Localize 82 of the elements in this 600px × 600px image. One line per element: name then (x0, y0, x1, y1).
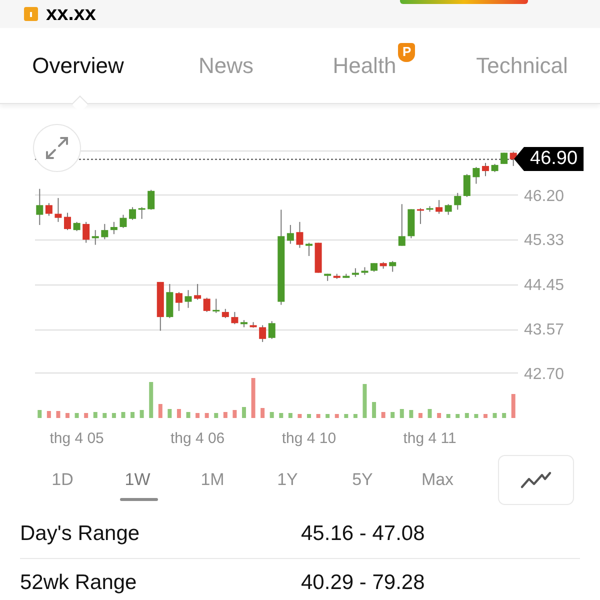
candle (436, 200, 443, 214)
candle (129, 206, 136, 220)
candle (324, 273, 332, 282)
axis-label: thg 4 05 (50, 430, 104, 447)
candle (138, 206, 146, 220)
candle (120, 214, 127, 229)
candle (398, 204, 406, 246)
candle (444, 204, 452, 216)
candle (222, 308, 229, 319)
candle (314, 242, 322, 274)
axis-label: thg 4 06 (170, 430, 225, 447)
candle (110, 221, 118, 235)
candle (342, 273, 350, 278)
axis-label: 43.57 (524, 322, 564, 339)
candle (101, 223, 108, 240)
candle (454, 192, 462, 210)
range-tab[interactable]: 1M (175, 457, 250, 503)
candle (286, 224, 294, 244)
axis-label: 45.33 (524, 232, 564, 250)
candle (416, 208, 424, 224)
range-tab[interactable]: 1Y (250, 457, 325, 503)
candle (352, 268, 359, 278)
price-text: xx.xx (46, 4, 96, 24)
range-tab[interactable]: 5Y (325, 457, 400, 503)
candle (482, 162, 489, 177)
line-chart-icon (520, 470, 552, 490)
axis-label: 44.45 (524, 276, 564, 294)
candle (175, 292, 182, 312)
range-tab[interactable]: 1W (100, 457, 175, 503)
axis-label: 42.70 (524, 366, 564, 383)
tab[interactable]: Overview (4, 28, 152, 103)
stat-value: 40.29 - 79.28 (301, 570, 425, 596)
candle (389, 260, 396, 272)
candle (45, 202, 52, 216)
candle (500, 152, 508, 164)
candle (240, 320, 248, 328)
candle (510, 151, 517, 166)
candle (250, 322, 257, 328)
candle (54, 198, 62, 222)
candle (184, 290, 192, 308)
candle (92, 230, 99, 246)
candle (148, 189, 155, 210)
candle (36, 188, 44, 226)
axis-label: 46.20 (524, 188, 564, 205)
lock-icon (24, 7, 38, 21)
candle (73, 221, 80, 232)
stat-label: Day's Range (20, 521, 141, 548)
candle (380, 262, 387, 270)
stat-label: 52wk Range (20, 570, 138, 596)
expand-icon (44, 135, 70, 161)
axis-label: thg 4 11 (403, 430, 456, 447)
chart-type-button[interactable] (498, 455, 574, 505)
candle (361, 266, 368, 276)
candle (166, 283, 174, 319)
tab[interactable]: News (152, 28, 300, 103)
candle (491, 163, 498, 173)
candle (296, 221, 304, 248)
candle (333, 273, 340, 280)
candle (426, 206, 434, 212)
range-tab[interactable]: 1D (25, 457, 100, 503)
candle (212, 298, 220, 314)
candle (268, 320, 276, 340)
axis-label: thg 4 10 (282, 430, 336, 447)
stat-value: 45.16 - 47.08 (301, 521, 425, 548)
candle (82, 221, 90, 244)
range-tab[interactable]: Max (400, 457, 475, 503)
candle (156, 281, 164, 332)
candle (231, 311, 238, 325)
expand-button[interactable] (33, 124, 81, 172)
tab[interactable]: Health P (300, 28, 448, 103)
candle (463, 174, 470, 198)
candle (203, 297, 210, 312)
price-tag: 46.90 (514, 147, 584, 171)
candle (259, 324, 266, 342)
candle (472, 166, 480, 184)
candle (64, 212, 71, 231)
candle (408, 208, 415, 239)
candle (306, 242, 312, 256)
candle (194, 283, 202, 300)
premium-badge: P (398, 43, 416, 62)
tab[interactable]: Technical (448, 28, 596, 103)
candle (370, 262, 378, 272)
